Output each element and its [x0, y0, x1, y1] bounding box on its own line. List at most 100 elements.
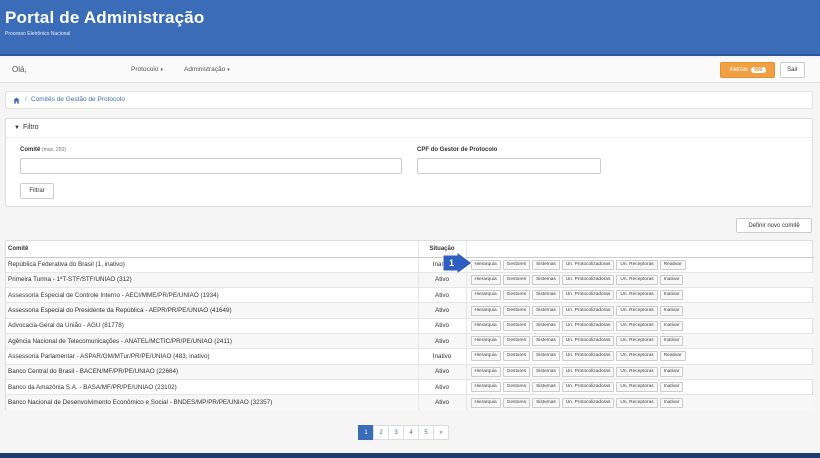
toggle-status-button[interactable]: Inativar [659, 290, 684, 301]
page-3-button[interactable]: 3 [388, 425, 404, 440]
systems-button[interactable]: Sistemas [532, 351, 560, 362]
next-page-button[interactable]: » [433, 425, 449, 440]
menu-protocolo[interactable]: Protocolo ▾ [131, 66, 163, 73]
breadcrumb-separator: / [25, 96, 27, 103]
managers-button[interactable]: Gestores [502, 305, 531, 316]
committee-status: Ativo [418, 378, 467, 395]
header-committee: Comitê [6, 241, 419, 258]
protocol-units-button[interactable]: Un. Protocolizadoras [561, 351, 615, 362]
systems-button[interactable]: Sistemas [532, 274, 560, 285]
committee-label: Comitê (max. 250) [20, 147, 66, 153]
row-actions: Hierarquia Gestores Sistemas Un. Protocoliz… [466, 302, 814, 319]
committee-status: Ativo [418, 271, 467, 288]
page-4-button[interactable]: 4 [403, 425, 419, 440]
row-actions: Hierarquia Gestores Sistemas Un. Protocoliz… [466, 287, 814, 303]
committees-table: Comitê Situação República Federativa do … [5, 240, 814, 410]
breadcrumb-item-committees[interactable]: Comitês de Gestão de Protocolo [31, 96, 125, 103]
hierarchy-button[interactable]: Hierarquia [470, 336, 501, 347]
filter-title: Filtro [23, 124, 39, 131]
page-2-button[interactable]: 2 [373, 425, 389, 440]
table-row: Advocacia-Geral da União - AGU (81778) At… [6, 317, 814, 334]
systems-button[interactable]: Sistemas [532, 382, 560, 393]
toggle-status-button[interactable]: Inativar [659, 336, 684, 347]
protocol-units-button[interactable]: Un. Protocolizadoras [561, 397, 615, 408]
hierarchy-button[interactable]: Hierarquia [470, 274, 501, 285]
receiving-units-button[interactable]: Un. Receptoras [616, 382, 658, 393]
receiving-units-button[interactable]: Un. Receptoras [616, 274, 658, 285]
committee-input[interactable] [20, 158, 402, 174]
managers-button[interactable]: Gestores [502, 320, 531, 331]
toggle-status-button[interactable]: Inativar [659, 397, 684, 408]
menu-administracao-label: Administração [184, 66, 226, 73]
managers-button[interactable]: Gestores [502, 274, 531, 285]
systems-button[interactable]: Sistemas [532, 259, 560, 270]
receiving-units-button[interactable]: Un. Receptoras [616, 290, 658, 301]
managers-button[interactable]: Gestores [502, 259, 531, 270]
receiving-units-button[interactable]: Un. Receptoras [616, 366, 658, 377]
systems-button[interactable]: Sistemas [532, 336, 560, 347]
hierarchy-button[interactable]: Hierarquia [470, 259, 501, 270]
hierarchy-button[interactable]: Hierarquia [470, 351, 501, 362]
managers-button[interactable]: Gestores [502, 366, 531, 377]
committee-name: Banco da Amazônia S.A. - BASA/MF/PR/PE/U… [6, 378, 419, 395]
systems-button[interactable]: Sistemas [532, 290, 560, 301]
hierarchy-button[interactable]: Hierarquia [470, 397, 501, 408]
systems-button[interactable]: Sistemas [532, 397, 560, 408]
managers-button[interactable]: Gestores [502, 397, 531, 408]
home-icon[interactable] [13, 97, 20, 104]
exit-button[interactable]: Sair [780, 62, 805, 78]
toggle-status-button[interactable]: Inativar [659, 320, 684, 331]
toggle-status-button[interactable]: Inativar [659, 274, 684, 285]
table-row: Banco Nacional de Desenvolvimento Econôm… [6, 394, 814, 410]
table-header-row: Comitê Situação [6, 241, 814, 258]
managers-button[interactable]: Gestores [502, 336, 531, 347]
receiving-units-button[interactable]: Un. Receptoras [616, 336, 658, 347]
systems-button[interactable]: Sistemas [532, 305, 560, 316]
receiving-units-button[interactable]: Un. Receptoras [616, 320, 658, 331]
receiving-units-button[interactable]: Un. Receptoras [616, 305, 658, 316]
receiving-units-button[interactable]: Un. Receptoras [616, 351, 658, 362]
hierarchy-button[interactable]: Hierarquia [470, 366, 501, 377]
filter-header[interactable]: ▼ Filtro [6, 119, 812, 138]
protocol-units-button[interactable]: Un. Protocolizadoras [561, 320, 615, 331]
alerts-label: Alertas [729, 67, 749, 73]
protocol-units-button[interactable]: Un. Protocolizadoras [561, 382, 615, 393]
filter-submit-button[interactable]: Filtrar [20, 183, 54, 199]
managers-button[interactable]: Gestores [502, 290, 531, 301]
hierarchy-button[interactable]: Hierarquia [470, 320, 501, 331]
systems-button[interactable]: Sistemas [532, 320, 560, 331]
protocol-units-button[interactable]: Un. Protocolizadoras [561, 366, 615, 377]
toggle-status-button[interactable]: Inativar [659, 366, 684, 377]
protocol-units-button[interactable]: Un. Protocolizadoras [561, 290, 615, 301]
committee-status: Ativo [418, 332, 467, 349]
caret-down-icon: ▾ [160, 67, 163, 73]
protocol-units-button[interactable]: Un. Protocolizadoras [561, 259, 615, 270]
committee-status: Ativo [418, 394, 467, 410]
managers-button[interactable]: Gestores [502, 351, 531, 362]
cpf-input[interactable] [417, 158, 601, 174]
protocol-units-button[interactable]: Un. Protocolizadoras [561, 305, 615, 316]
caret-down-icon: ▾ [227, 67, 230, 73]
define-committee-button[interactable]: Definir novo comitê [736, 218, 812, 233]
protocol-units-button[interactable]: Un. Protocolizadoras [561, 274, 615, 285]
toggle-status-button[interactable]: Inativar [659, 305, 684, 316]
protocol-units-button[interactable]: Un. Protocolizadoras [561, 336, 615, 347]
receiving-units-button[interactable]: Un. Receptoras [616, 397, 658, 408]
hierarchy-button[interactable]: Hierarquia [470, 382, 501, 393]
toggle-status-button[interactable]: Inativar [659, 382, 684, 393]
managers-button[interactable]: Gestores [502, 382, 531, 393]
committee-name: Agência Nacional de Telecomunicações - A… [6, 332, 419, 349]
alerts-button[interactable]: Alertas 999 [720, 62, 775, 78]
toggle-status-button[interactable]: Reativar [659, 351, 686, 362]
page-1-button[interactable]: 1 [358, 425, 374, 440]
page-5-button[interactable]: 5 [418, 425, 434, 440]
hierarchy-button[interactable]: Hierarquia [470, 305, 501, 316]
committee-name: Assessoria Parlamentar - ASPAR/GM/MTur/P… [6, 348, 419, 365]
hierarchy-button[interactable]: Hierarquia [470, 290, 501, 301]
toggle-status-button[interactable]: Reativar [659, 259, 686, 270]
systems-button[interactable]: Sistemas [532, 366, 560, 377]
receiving-units-button[interactable]: Un. Receptoras [616, 259, 658, 270]
menu-administracao[interactable]: Administração ▾ [184, 66, 230, 73]
committee-status: Ativo [418, 317, 467, 334]
row-actions: Hierarquia Gestores Sistemas Un. Protocoliz… [466, 363, 814, 380]
